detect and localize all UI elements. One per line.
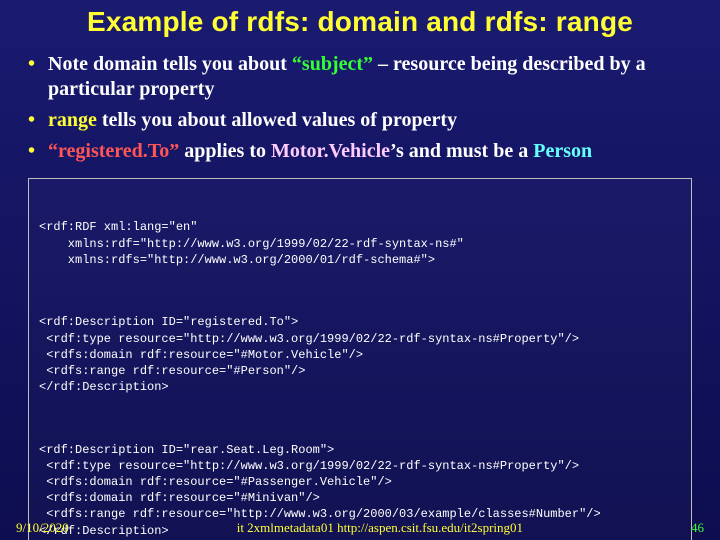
- bullet-3-text-b: ’s and must be a: [390, 140, 533, 162]
- bullet-1: Note domain tells you about “subject” – …: [32, 52, 700, 102]
- bullet-3-text-a: applies to: [179, 140, 271, 162]
- bullet-3-registeredto: “registered.To”: [48, 140, 179, 162]
- bullet-2-range: range: [48, 109, 97, 131]
- bullet-2-text: tells you about allowed values of proper…: [97, 109, 457, 131]
- slide-number: 46: [691, 520, 704, 536]
- slide-title: Example of rdfs: domain and rdfs: range: [14, 6, 706, 38]
- bullet-3: “registered.To” applies to Motor.Vehicle…: [32, 139, 700, 164]
- footer-date: 9/10/2020: [16, 520, 69, 536]
- code-box: <rdf:RDF xml:lang="en" xmlns:rdf="http:/…: [28, 178, 692, 540]
- footer-source: it 2xmlmetadata01 http://aspen.csit.fsu.…: [69, 520, 691, 536]
- code-block-2: <rdf:Description ID="registered.To"> <rd…: [39, 314, 681, 395]
- slide: Example of rdfs: domain and rdfs: range …: [0, 0, 720, 540]
- bullet-3-person: Person: [533, 140, 592, 162]
- footer: 9/10/2020 it 2xmlmetadata01 http://aspen…: [0, 520, 720, 536]
- bullet-2: range tells you about allowed values of …: [32, 108, 700, 133]
- bullet-1-text-a: Note domain tells you about: [48, 53, 292, 75]
- bullet-3-motorvehicle: Motor.Vehicle: [271, 140, 390, 162]
- bullet-list: Note domain tells you about “subject” – …: [14, 52, 706, 164]
- bullet-1-subject: “subject”: [292, 53, 373, 75]
- code-block-1: <rdf:RDF xml:lang="en" xmlns:rdf="http:/…: [39, 219, 681, 268]
